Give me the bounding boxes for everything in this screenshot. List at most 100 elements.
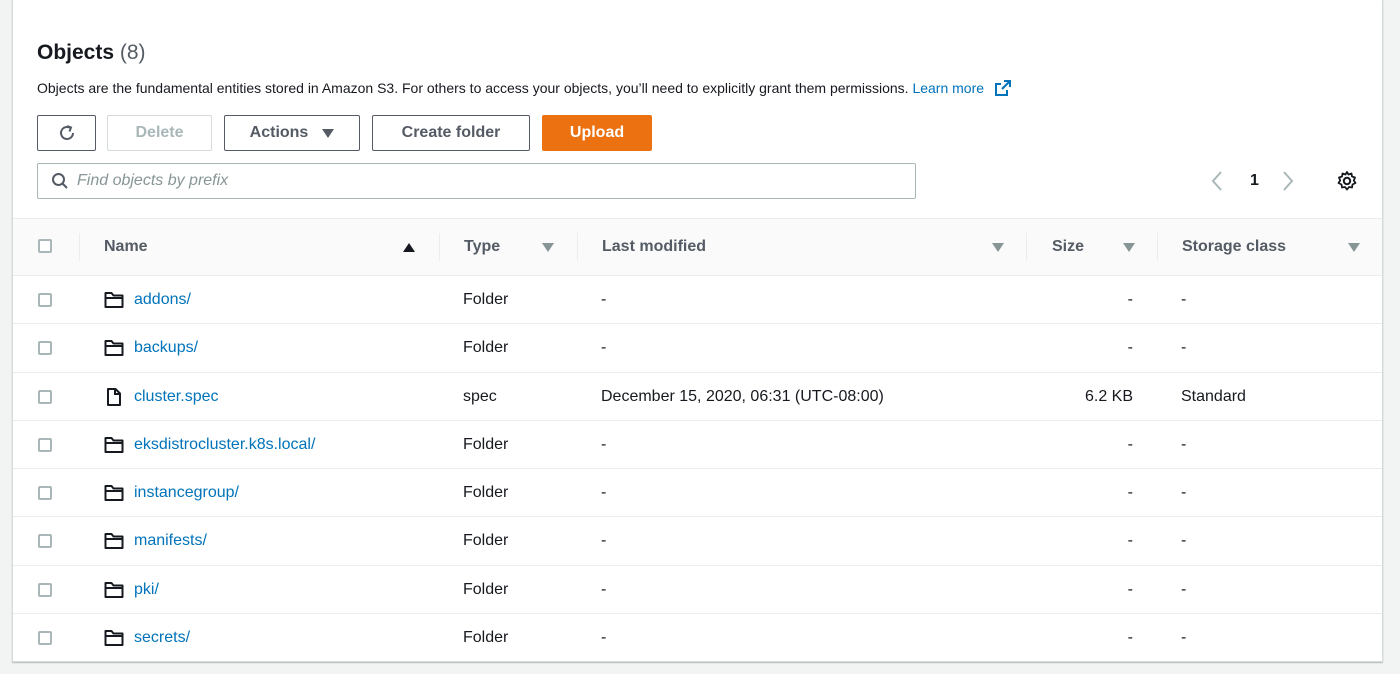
object-last-modified: December 15, 2020, 06:31 (UTC-08:00) bbox=[601, 387, 884, 405]
column-header-type[interactable]: Type bbox=[464, 219, 500, 275]
row-checkbox[interactable] bbox=[38, 582, 52, 597]
actions-button[interactable]: Actions bbox=[224, 115, 360, 151]
object-size: - bbox=[1127, 629, 1133, 647]
object-storage-class: - bbox=[1181, 484, 1187, 502]
object-last-modified: - bbox=[601, 580, 607, 598]
table-header: Name Type Last modified Size Storage cla… bbox=[13, 218, 1382, 276]
folder-icon bbox=[104, 630, 124, 647]
object-storage-class: - bbox=[1181, 532, 1187, 550]
row-checkbox[interactable] bbox=[38, 293, 52, 307]
column-header-last-modified[interactable]: Last modified bbox=[602, 219, 706, 275]
object-size: 6.2 KB bbox=[1084, 387, 1133, 405]
table-row: instancegroup/ Folder - - - bbox=[13, 469, 1382, 518]
column-header-storage-class[interactable]: Storage class bbox=[1182, 219, 1286, 275]
object-last-modified: - bbox=[601, 291, 607, 308]
folder-icon bbox=[104, 533, 124, 550]
folder-icon bbox=[104, 340, 124, 357]
sort-icon[interactable] bbox=[1348, 243, 1360, 252]
refresh-icon bbox=[59, 125, 74, 140]
object-storage-class: - bbox=[1181, 629, 1187, 647]
object-size: - bbox=[1127, 339, 1133, 357]
object-size: - bbox=[1127, 435, 1133, 453]
object-type: Folder bbox=[463, 629, 509, 647]
sort-icon[interactable] bbox=[1123, 243, 1135, 252]
object-type: Folder bbox=[463, 484, 509, 502]
object-name-link[interactable]: eksdistrocluster.k8s.local/ bbox=[134, 421, 315, 469]
description: Objects are the fundamental entities sto… bbox=[37, 79, 1012, 97]
object-type: spec bbox=[463, 387, 497, 405]
object-name-link[interactable]: backups/ bbox=[134, 324, 198, 372]
select-all-checkbox[interactable] bbox=[38, 239, 52, 253]
object-name-link[interactable]: cluster.spec bbox=[134, 373, 218, 421]
search-input[interactable]: Find objects by prefix bbox=[37, 163, 916, 199]
objects-panel: Objects (8) Objects are the fundamental … bbox=[12, 0, 1383, 662]
gear-icon[interactable] bbox=[1336, 170, 1358, 192]
object-type: Folder bbox=[463, 532, 509, 550]
column-divider bbox=[1157, 233, 1158, 261]
object-last-modified: - bbox=[601, 339, 607, 357]
folder-icon bbox=[104, 485, 124, 502]
chevron-right-icon[interactable] bbox=[1281, 170, 1295, 192]
row-checkbox[interactable] bbox=[38, 631, 52, 646]
object-last-modified: - bbox=[601, 629, 607, 647]
refresh-button[interactable] bbox=[37, 115, 96, 151]
description-text: Objects are the fundamental entities sto… bbox=[37, 80, 909, 96]
object-size: - bbox=[1127, 532, 1133, 550]
column-header-name[interactable]: Name bbox=[104, 219, 148, 275]
column-header-size-label: Size bbox=[1052, 238, 1085, 255]
object-name-link[interactable]: instancegroup/ bbox=[134, 469, 239, 517]
object-size: - bbox=[1127, 580, 1133, 598]
object-storage-class: - bbox=[1181, 580, 1187, 598]
page-title-text: Objects bbox=[37, 41, 115, 64]
column-header-last-modified-label: Last modified bbox=[602, 238, 707, 255]
object-last-modified: - bbox=[601, 435, 607, 453]
chevron-left-icon[interactable] bbox=[1210, 170, 1224, 192]
folder-icon bbox=[104, 436, 124, 453]
object-name-link[interactable]: pki/ bbox=[134, 566, 159, 614]
sort-icon[interactable] bbox=[992, 243, 1004, 252]
column-header-size[interactable]: Size bbox=[1052, 219, 1084, 275]
sort-ascending-icon[interactable] bbox=[403, 243, 415, 252]
create-folder-button[interactable]: Create folder bbox=[372, 115, 530, 151]
object-name-link[interactable]: secrets/ bbox=[134, 614, 190, 662]
table-body: addons/ Folder - - - backups/ Folder - -… bbox=[13, 276, 1382, 662]
folder-icon bbox=[104, 292, 124, 308]
caret-down-icon bbox=[322, 128, 335, 138]
pagination: 1 bbox=[1210, 168, 1295, 194]
file-icon bbox=[107, 387, 121, 406]
object-size: - bbox=[1127, 484, 1133, 502]
search-placeholder: Find objects by prefix bbox=[77, 172, 229, 189]
table-row: eksdistrocluster.k8s.local/ Folder - - - bbox=[13, 421, 1382, 470]
folder-icon bbox=[104, 581, 124, 598]
object-type: Folder bbox=[463, 291, 509, 308]
column-header-storage-class-label: Storage class bbox=[1182, 238, 1287, 255]
object-storage-class: Standard bbox=[1181, 387, 1246, 405]
row-checkbox[interactable] bbox=[38, 437, 52, 452]
page-title: Objects (8) bbox=[37, 41, 146, 65]
object-name-link[interactable]: addons/ bbox=[134, 276, 191, 324]
table-row: addons/ Folder - - - bbox=[13, 276, 1382, 325]
upload-button[interactable]: Upload bbox=[542, 115, 652, 151]
table-row: cluster.spec spec December 15, 2020, 06:… bbox=[13, 373, 1382, 421]
delete-button[interactable]: Delete bbox=[107, 115, 212, 151]
row-checkbox[interactable] bbox=[38, 389, 52, 404]
object-type: Folder bbox=[463, 580, 509, 598]
upload-button-label: Upload bbox=[569, 124, 625, 141]
table-row: pki/ Folder - - - bbox=[13, 566, 1382, 615]
sort-icon[interactable] bbox=[542, 243, 554, 252]
column-header-type-label: Type bbox=[464, 238, 501, 255]
table-row: manifests/ Folder - - - bbox=[13, 517, 1382, 566]
object-count: (8) bbox=[119, 41, 146, 64]
object-name-link[interactable]: manifests/ bbox=[134, 517, 207, 565]
row-checkbox[interactable] bbox=[38, 534, 52, 549]
external-link-icon[interactable] bbox=[994, 79, 1012, 97]
object-last-modified: - bbox=[601, 532, 607, 550]
create-folder-button-label: Create folder bbox=[401, 124, 501, 141]
page-number[interactable]: 1 bbox=[1250, 172, 1259, 190]
column-divider bbox=[1026, 233, 1027, 261]
object-storage-class: - bbox=[1181, 435, 1187, 453]
row-checkbox[interactable] bbox=[38, 341, 52, 356]
delete-button-label: Delete bbox=[135, 124, 184, 141]
row-checkbox[interactable] bbox=[38, 486, 52, 501]
learn-more-link[interactable]: Learn more bbox=[912, 80, 984, 96]
